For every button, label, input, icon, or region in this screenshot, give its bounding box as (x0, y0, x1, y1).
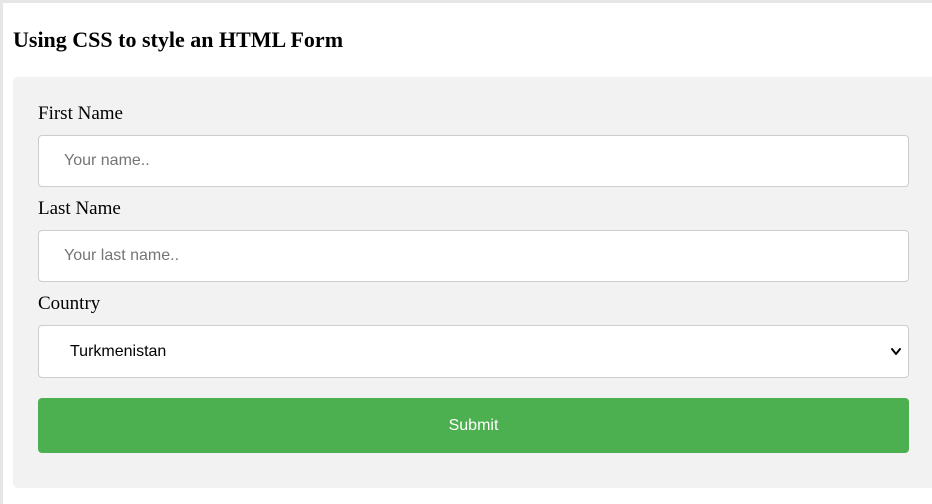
page-title: Using CSS to style an HTML Form (13, 27, 344, 52)
chevron-down-icon (891, 348, 901, 355)
country-label: Country (38, 293, 101, 314)
window-top-border (0, 0, 932, 3)
last-name-input[interactable] (38, 230, 909, 282)
country-select[interactable]: Turkmenistan (38, 325, 909, 378)
window-left-border (0, 0, 3, 504)
submit-button[interactable]: Submit (38, 398, 909, 453)
first-name-label: First Name (38, 103, 123, 124)
last-name-label: Last Name (38, 198, 121, 219)
first-name-input[interactable] (38, 135, 909, 187)
country-selected-value: Turkmenistan (70, 343, 167, 360)
